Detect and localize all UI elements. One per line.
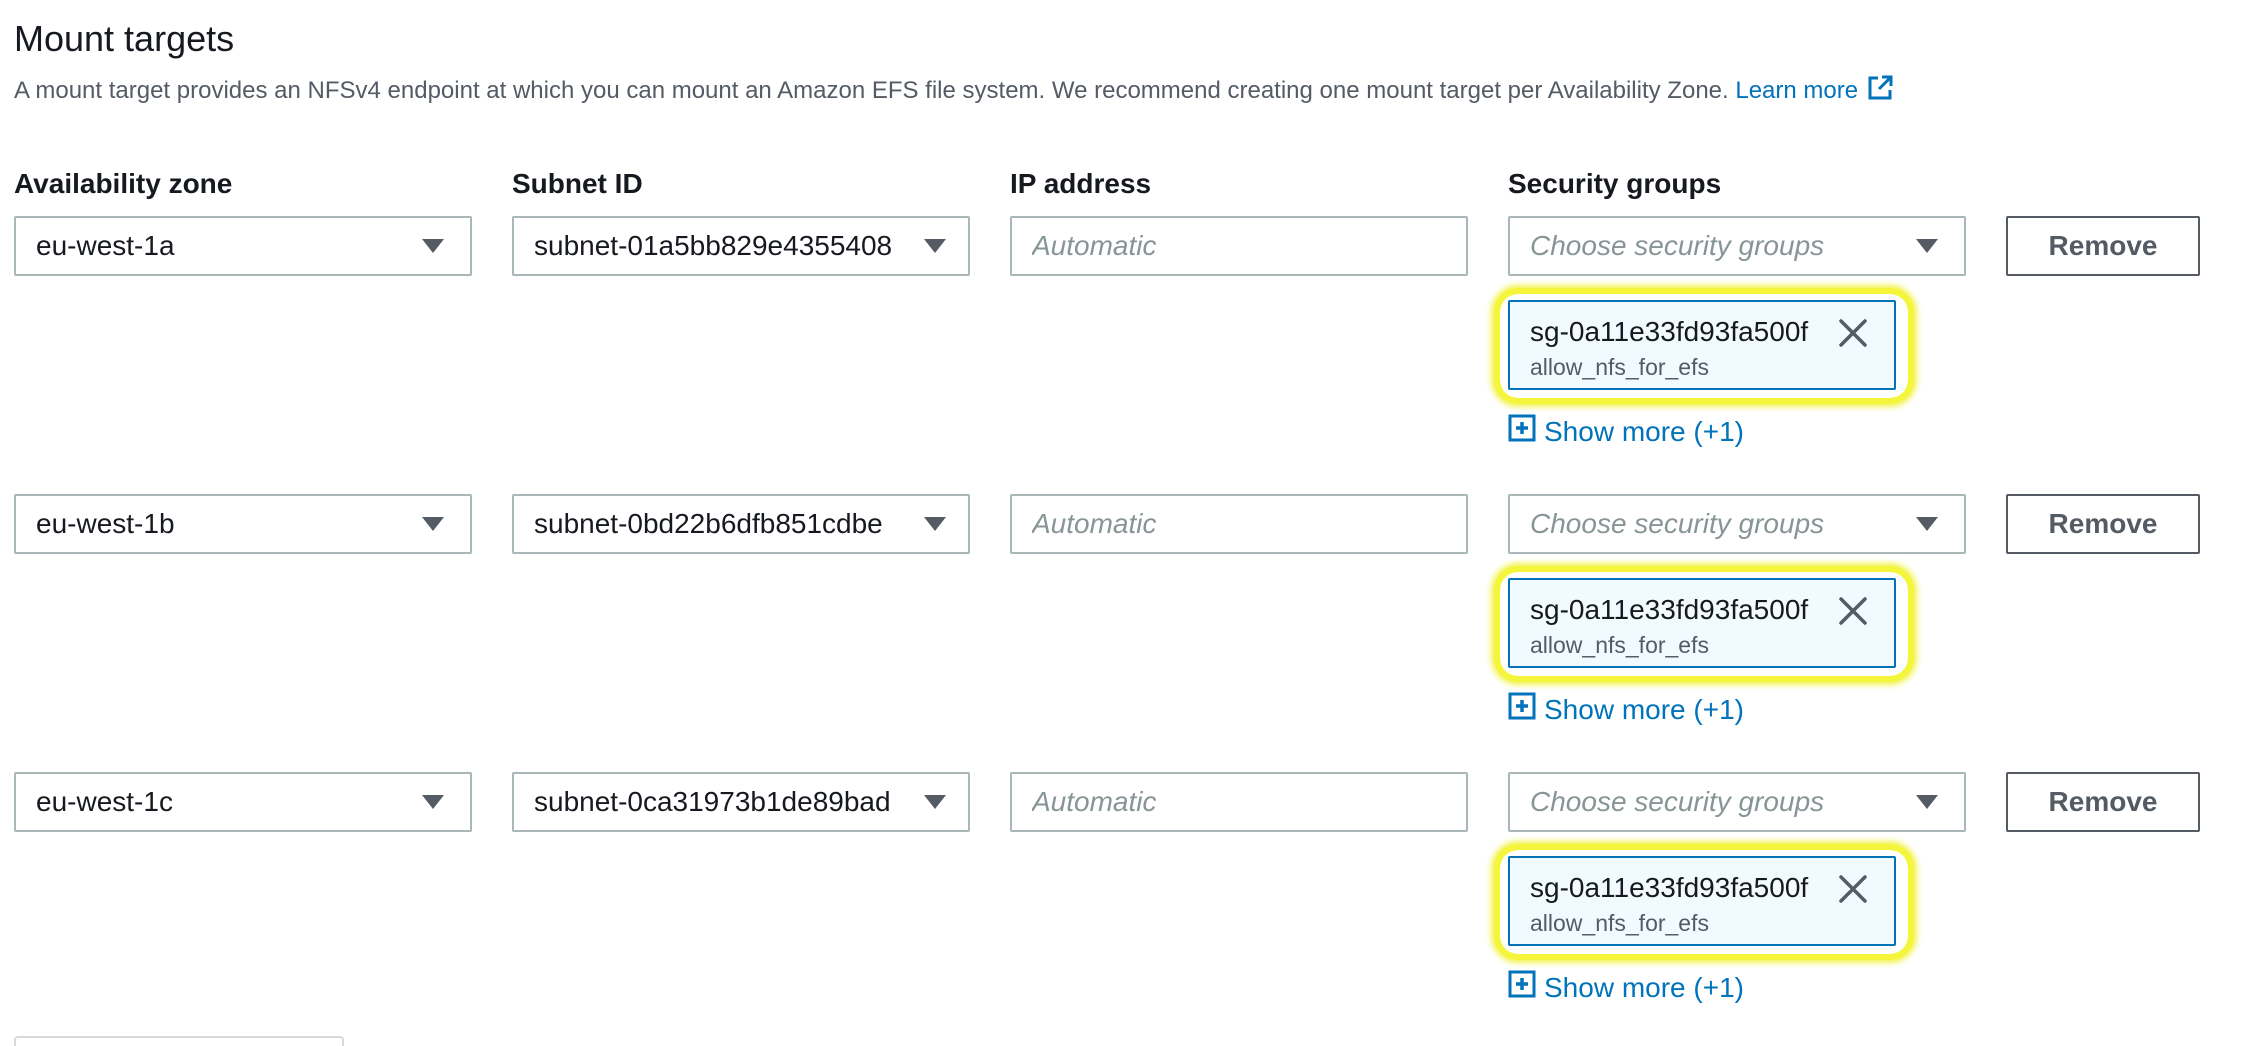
ip-address-input[interactable]: Automatic: [1010, 216, 1468, 276]
close-icon[interactable]: [1838, 874, 1868, 904]
show-more-label: Show more (+1): [1544, 693, 1744, 725]
security-groups-placeholder: Choose security groups: [1530, 508, 1825, 539]
ip-address-placeholder: Automatic: [1032, 786, 1157, 817]
security-group-token-name: allow_nfs_for_efs: [1530, 910, 1709, 936]
column-header-subnet-id: Subnet ID: [512, 168, 643, 199]
subnet-id-select[interactable]: subnet-0bd22b6dfb851cdbe: [512, 494, 970, 554]
caret-down-icon: [1916, 795, 1938, 809]
availability-zone-value: eu-west-1b: [36, 508, 175, 539]
caret-down-icon: [422, 239, 444, 253]
close-icon[interactable]: [1838, 318, 1868, 348]
ip-address-placeholder: Automatic: [1032, 230, 1157, 261]
learn-more-link[interactable]: Learn more: [1735, 75, 1894, 104]
subnet-id-value: subnet-0bd22b6dfb851cdbe: [534, 508, 883, 539]
security-group-token-name: allow_nfs_for_efs: [1530, 354, 1709, 380]
page-title: Mount targets: [14, 18, 235, 59]
security-group-token: sg-0a11e33fd93fa500f allow_nfs_for_efs: [1508, 578, 1896, 668]
remove-button-label: Remove: [2048, 230, 2158, 261]
caret-down-icon: [924, 795, 946, 809]
security-group-token: sg-0a11e33fd93fa500f allow_nfs_for_efs: [1508, 300, 1896, 390]
availability-zone-select[interactable]: eu-west-1a: [14, 216, 472, 276]
caret-down-icon: [924, 517, 946, 531]
caret-down-icon: [1916, 517, 1938, 531]
show-more-link[interactable]: Show more (+1): [1508, 414, 1744, 449]
security-groups-placeholder: Choose security groups: [1530, 786, 1825, 817]
ip-address-placeholder: Automatic: [1032, 508, 1157, 539]
show-more-label: Show more (+1): [1544, 415, 1744, 447]
subnet-id-select[interactable]: subnet-0ca31973b1de89bad: [512, 772, 970, 832]
security-groups-select[interactable]: Choose security groups: [1508, 216, 1966, 276]
show-more-label: Show more (+1): [1544, 971, 1744, 1003]
close-icon[interactable]: [1838, 596, 1868, 626]
column-header-ip-address: IP address: [1010, 168, 1152, 199]
subnet-id-value: subnet-01a5bb829e4355408: [534, 230, 893, 261]
plus-square-icon: [1508, 414, 1544, 449]
external-link-icon: [1866, 74, 1894, 109]
security-groups-placeholder: Choose security groups: [1530, 230, 1825, 261]
plus-square-icon: [1508, 692, 1544, 727]
description-text: A mount target provides an NFSv4 endpoin…: [14, 77, 1729, 104]
security-groups-select[interactable]: Choose security groups: [1508, 494, 1966, 554]
caret-down-icon: [422, 517, 444, 531]
security-group-token: sg-0a11e33fd93fa500f allow_nfs_for_efs: [1508, 856, 1896, 946]
subnet-id-select[interactable]: subnet-01a5bb829e4355408: [512, 216, 970, 276]
remove-button[interactable]: Remove: [2006, 772, 2200, 832]
column-header-availability-zone: Availability zone: [14, 168, 233, 199]
column-header-security-groups: Security groups: [1508, 168, 1722, 199]
availability-zone-select[interactable]: eu-west-1b: [14, 494, 472, 554]
subnet-id-value: subnet-0ca31973b1de89bad: [534, 786, 891, 817]
caret-down-icon: [924, 239, 946, 253]
learn-more-label: Learn more: [1735, 77, 1859, 104]
remove-button[interactable]: Remove: [2006, 494, 2200, 554]
caret-down-icon: [422, 795, 444, 809]
plus-square-icon: [1508, 970, 1544, 1005]
remove-button-label: Remove: [2048, 786, 2158, 817]
add-mount-target-button-edge[interactable]: [14, 1036, 344, 1046]
availability-zone-value: eu-west-1a: [36, 230, 175, 261]
caret-down-icon: [1916, 239, 1938, 253]
remove-button-label: Remove: [2048, 508, 2158, 539]
remove-button[interactable]: Remove: [2006, 216, 2200, 276]
security-group-token-name: allow_nfs_for_efs: [1530, 632, 1709, 658]
show-more-link[interactable]: Show more (+1): [1508, 692, 1744, 727]
security-groups-select[interactable]: Choose security groups: [1508, 772, 1966, 832]
ip-address-input[interactable]: Automatic: [1010, 494, 1468, 554]
show-more-link[interactable]: Show more (+1): [1508, 970, 1744, 1005]
ip-address-input[interactable]: Automatic: [1010, 772, 1468, 832]
availability-zone-select[interactable]: eu-west-1c: [14, 772, 472, 832]
availability-zone-value: eu-west-1c: [36, 786, 173, 817]
page-description: A mount target provides an NFSv4 endpoin…: [14, 74, 1894, 109]
